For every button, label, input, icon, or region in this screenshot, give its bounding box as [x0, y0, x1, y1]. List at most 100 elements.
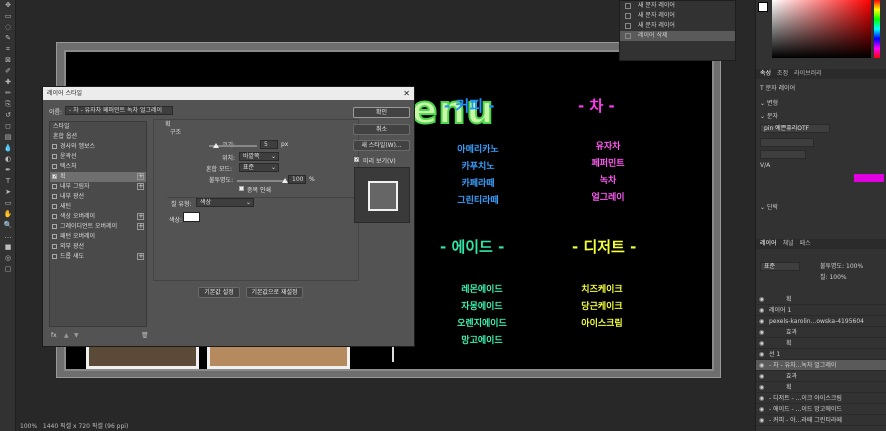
plus-icon[interactable]: + — [137, 183, 144, 190]
layer-row[interactable]: ◉ - 디저트 - ...이크 아이스크림 — [756, 393, 886, 404]
layer-row[interactable]: ◉ - 커피 - 아...라떼 그린티라떼 — [756, 415, 886, 426]
overprint-checkbox[interactable] — [239, 186, 244, 191]
eraser-icon[interactable]: ◻ — [0, 121, 16, 132]
style-item[interactable]: ✓ 획 + — [50, 172, 146, 182]
hand-icon[interactable]: ✋ — [0, 209, 16, 220]
style-item[interactable]: 내부 광선 — [50, 192, 146, 202]
stroke-color-swatch[interactable] — [183, 212, 200, 222]
style-checkbox[interactable] — [52, 204, 57, 209]
color-field[interactable] — [772, 0, 871, 58]
text-color-swatch[interactable] — [854, 174, 884, 182]
panel-tab[interactable]: 채널 — [783, 240, 794, 247]
spot-heal-icon[interactable]: ✚ — [0, 77, 16, 88]
eye-icon[interactable]: ◉ — [759, 371, 764, 381]
plus-icon[interactable]: + — [137, 173, 144, 180]
quick-select-icon[interactable]: ✎ — [0, 33, 16, 44]
arrow-down-icon[interactable]: ▼ — [74, 332, 79, 339]
eye-icon[interactable]: ◉ — [759, 415, 764, 425]
layer-row[interactable]: ◉ 효과 — [756, 371, 886, 382]
style-item[interactable]: 경사와 엠보스 — [50, 142, 146, 152]
blur-icon[interactable]: 💧 — [0, 143, 16, 154]
type-icon[interactable]: T — [0, 176, 16, 187]
properties-tabs[interactable]: 속성 조정 라이브러리 — [756, 69, 886, 79]
rectangle-icon[interactable]: ▭ — [0, 198, 16, 209]
style-checkbox[interactable] — [52, 254, 57, 259]
layer-row[interactable]: ◉ - 에이드 - ...이드 망고에이드 — [756, 404, 886, 415]
path-select-icon[interactable]: ➤ — [0, 187, 16, 198]
history-brush-icon[interactable]: ↺ — [0, 110, 16, 121]
history-row[interactable]: 새 문자 레이어 — [620, 21, 735, 31]
position-select[interactable]: 바깥쪽 ⌄ — [239, 152, 279, 161]
style-item[interactable]: 텍스처 — [50, 162, 146, 172]
style-checkbox[interactable] — [52, 224, 57, 229]
opacity-slider[interactable] — [237, 178, 288, 183]
ok-button[interactable]: 확인 — [353, 107, 410, 118]
style-checkbox[interactable] — [52, 184, 57, 189]
plus-icon[interactable]: + — [137, 253, 144, 260]
size-slider-knob[interactable] — [213, 143, 220, 148]
eye-icon[interactable]: ◉ — [759, 316, 764, 326]
style-checkbox[interactable] — [52, 194, 57, 199]
pen-icon[interactable]: ✒ — [0, 165, 16, 176]
style-item[interactable]: 외부 광선 — [50, 242, 146, 252]
style-item[interactable]: 그레이디언트 오버레이 + — [50, 222, 146, 232]
hue-slider[interactable] — [874, 0, 880, 58]
style-checkbox[interactable] — [52, 244, 57, 249]
foreground-color-icon[interactable] — [758, 2, 768, 12]
screen-mode-icon[interactable]: ▢ — [0, 264, 16, 275]
crop-icon[interactable]: ⌗ — [0, 44, 16, 55]
layer-row[interactable]: ◉ 획 — [756, 382, 886, 393]
layer-opacity[interactable]: 불투명도: 100% — [816, 262, 886, 271]
layers-tabs[interactable]: 레이어 채널 패스 — [756, 239, 886, 249]
layer-row[interactable]: ◉ 획 — [756, 294, 886, 305]
gradient-icon[interactable]: ▤ — [0, 132, 16, 143]
eye-icon[interactable]: ◉ — [759, 294, 764, 304]
style-item[interactable]: 새틴 — [50, 202, 146, 212]
dodge-icon[interactable]: ◐ — [0, 154, 16, 165]
layer-blend-select[interactable]: 표준 — [760, 262, 800, 271]
move-icon[interactable]: ✥ — [0, 0, 16, 11]
eye-icon[interactable]: ◉ — [759, 327, 764, 337]
panel-tab[interactable]: 레이어 — [760, 240, 777, 247]
plus-icon[interactable]: + — [137, 213, 144, 220]
style-checkbox[interactable] — [52, 154, 57, 159]
font-size-field[interactable] — [760, 150, 806, 159]
preview-checkbox[interactable]: ✓ — [354, 157, 359, 163]
eye-icon[interactable]: ◉ — [759, 393, 764, 403]
style-checkbox[interactable]: ✓ — [52, 174, 57, 180]
eye-icon[interactable]: ◉ — [759, 338, 764, 348]
fill-type-select[interactable]: 색상 ⌄ — [196, 198, 254, 207]
opacity-input[interactable]: 100 — [288, 175, 306, 184]
panel-tab[interactable]: 속성 — [760, 70, 771, 77]
plus-icon[interactable]: + — [137, 223, 144, 230]
layer-row[interactable]: ◉ - 차 - 유자...녹차 얼그레이 — [756, 360, 886, 371]
layer-row[interactable]: ◉ pexels-karolin...owska-4195604 — [756, 316, 886, 327]
transform-section[interactable]: ⌄ 변형 — [756, 99, 886, 108]
style-checkbox[interactable] — [52, 164, 57, 169]
blend-mode-select[interactable]: 표준 ⌄ — [239, 163, 279, 172]
layer-name-field[interactable]: - 차 - 유자차 페퍼민트 녹차 얼그레이 — [65, 106, 173, 115]
zoom-icon[interactable]: 🔍 — [0, 220, 16, 231]
character-section[interactable]: ⌄ 문자 — [756, 112, 886, 121]
panel-tab[interactable]: 패스 — [800, 240, 811, 247]
marquee-icon[interactable]: ▭ — [0, 11, 16, 22]
layer-row[interactable]: ◉ 선 1 — [756, 349, 886, 360]
panel-tab[interactable]: 조정 — [777, 70, 788, 77]
layer-row[interactable]: ◉ 획 — [756, 338, 886, 349]
eye-icon[interactable]: ◉ — [759, 404, 764, 414]
close-icon[interactable]: ✕ — [403, 87, 410, 100]
stamp-icon[interactable]: ⎘ — [0, 99, 16, 110]
styles-header[interactable]: 스타일 — [50, 122, 146, 132]
frame-icon[interactable]: ⊠ — [0, 55, 16, 66]
font-family-select[interactable]: pin 예쁜퓨리OTF — [760, 124, 830, 133]
history-row[interactable]: 새 문자 레이어 — [620, 11, 735, 21]
style-item[interactable]: 색상 오버레이 + — [50, 212, 146, 222]
layer-row[interactable]: ◉ 레이어 1 — [756, 305, 886, 316]
lasso-icon[interactable]: ◌ — [0, 22, 16, 33]
eye-icon[interactable]: ◉ — [759, 349, 764, 359]
cancel-button[interactable]: 취소 — [353, 124, 410, 135]
eye-icon[interactable]: ◉ — [759, 382, 764, 392]
size-slider[interactable] — [209, 143, 257, 148]
eye-icon[interactable]: ◉ — [759, 360, 764, 370]
brush-icon[interactable]: ✏ — [0, 88, 16, 99]
